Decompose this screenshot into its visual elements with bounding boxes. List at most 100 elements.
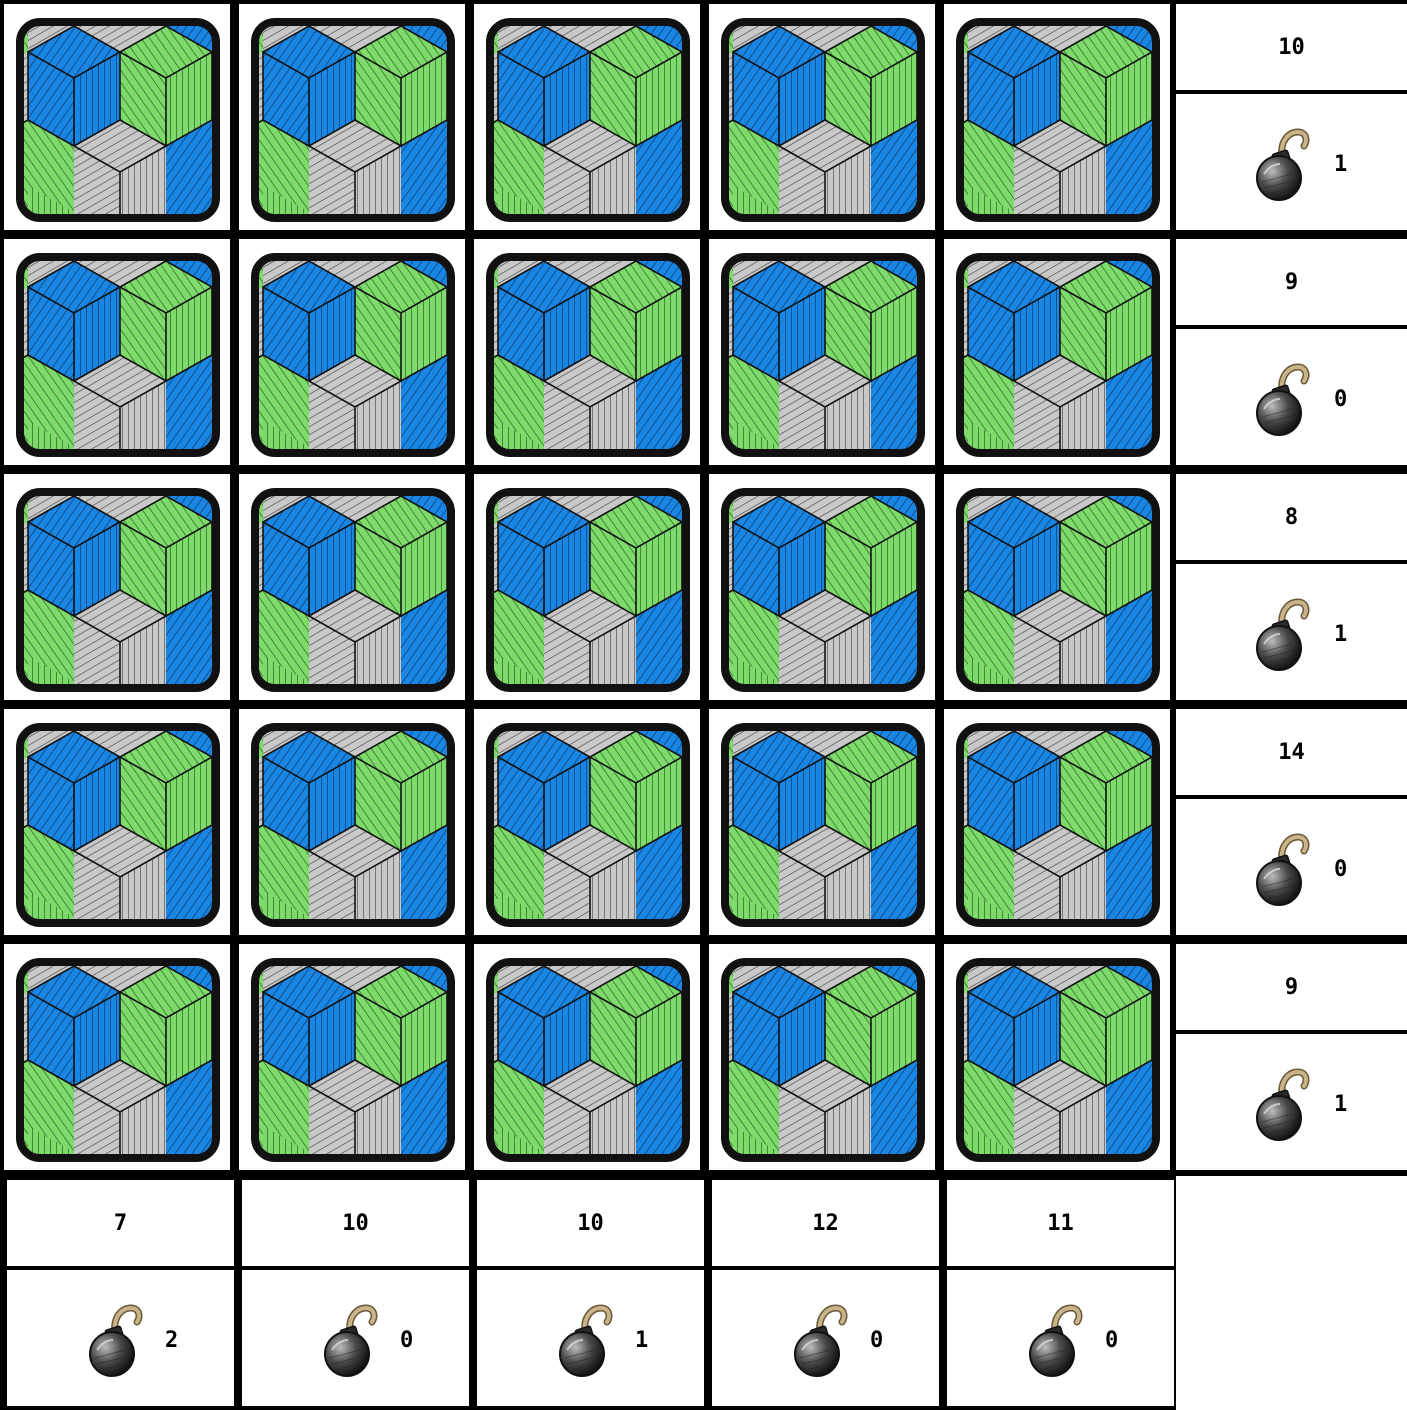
cube-pattern-icon [719,251,927,459]
col-hint-3-bombs: 0 [712,1270,939,1406]
bomb-icon-svg [1252,359,1314,439]
cube-pattern-icon [484,251,692,459]
bomb-icon-svg [555,1300,617,1380]
tile-r0-c2[interactable] [474,4,700,230]
row-hint-3: 14 0 [1176,709,1407,935]
row-hint-0-bomb-count: 1 [1334,152,1348,177]
tile-r1-c0[interactable] [4,239,230,465]
cube-pattern-icon [954,16,1162,224]
tile-r2-c1[interactable] [239,474,465,700]
tile-r1-c1[interactable] [239,239,465,465]
bomb-icon-svg [85,1300,147,1380]
row-hint-2: 81 [1176,474,1407,700]
bomb-icon [1252,124,1314,204]
tile-r3-c1[interactable] [239,709,465,935]
tile-r0-c0[interactable] [4,4,230,230]
bomb-icon [1252,1064,1314,1144]
cube-pattern-icon [719,956,927,1164]
col-hint-3: 12 0 [712,1180,939,1406]
tile-r1-c4[interactable] [944,239,1170,465]
tile-r3-c0[interactable] [4,709,230,935]
col-hint-0-sum: 7 [7,1180,234,1266]
cube-pattern-icon [14,251,222,459]
col-hint-1-sum: 10 [242,1180,469,1266]
col-hint-2: 10 1 [477,1180,704,1406]
corner-blank [1176,1176,1407,1410]
col-hint-1: 10 0 [242,1180,469,1406]
cube-pattern-icon [484,16,692,224]
tile-r0-c3[interactable] [709,4,935,230]
cube-pattern-icon [484,956,692,1164]
cube-pattern-icon [954,721,1162,929]
tile-r4-c2[interactable] [474,944,700,1170]
bomb-icon [790,1300,852,1380]
cube-pattern-icon [14,16,222,224]
bomb-icon-svg [320,1300,382,1380]
tile-r4-c1[interactable] [239,944,465,1170]
col-hint-0-bomb-count: 2 [165,1328,179,1353]
bomb-icon [1252,829,1314,909]
bomb-icon-svg [1252,1064,1314,1144]
tile-r4-c3[interactable] [709,944,935,1170]
cube-pattern-icon [954,486,1162,694]
cube-pattern-icon [14,956,222,1164]
row-hint-1-sum: 9 [1176,239,1407,325]
bomb-icon-svg [1252,829,1314,909]
bomb-icon [1025,1300,1087,1380]
cube-pattern-icon [249,251,457,459]
tile-r4-c0[interactable] [4,944,230,1170]
row-hint-4-sum: 9 [1176,944,1407,1030]
tile-r2-c2[interactable] [474,474,700,700]
row-hint-1-bombs: 0 [1176,329,1407,465]
cube-pattern-icon [719,721,927,929]
cube-pattern-icon [249,486,457,694]
tile-r3-c2[interactable] [474,709,700,935]
tile-r4-c4[interactable] [944,944,1170,1170]
tile-r3-c4[interactable] [944,709,1170,935]
tile-r2-c3[interactable] [709,474,935,700]
cube-pattern-icon [249,956,457,1164]
tile-r2-c4[interactable] [944,474,1170,700]
tile-r1-c3[interactable] [709,239,935,465]
cube-pattern-icon [719,16,927,224]
cube-pattern-icon [14,721,222,929]
bomb-icon [320,1300,382,1380]
col-hint-4-bomb-count: 0 [1105,1328,1119,1353]
tile-r3-c3[interactable] [709,709,935,935]
bomb-icon [555,1300,617,1380]
tile-r2-c0[interactable] [4,474,230,700]
col-hint-2-sum: 10 [477,1180,704,1266]
col-hint-4-sum: 11 [947,1180,1174,1266]
bomb-icon-svg [1252,594,1314,674]
col-hint-3-bomb-count: 0 [870,1328,884,1353]
col-hint-1-bomb-count: 0 [400,1328,414,1353]
tile-r1-c2[interactable] [474,239,700,465]
cube-pattern-icon [954,956,1162,1164]
bomb-icon [85,1300,147,1380]
row-hint-2-bomb-count: 1 [1334,622,1348,647]
col-hint-0-bombs: 2 [7,1270,234,1406]
bomb-icon [1252,594,1314,674]
cube-pattern-icon [14,486,222,694]
cube-pattern-icon [484,486,692,694]
row-hint-4-bombs: 1 [1176,1034,1407,1170]
col-hint-3-sum: 12 [712,1180,939,1266]
bomb-icon [1252,359,1314,439]
row-hint-1-bomb-count: 0 [1334,387,1348,412]
row-hint-2-sum: 8 [1176,474,1407,560]
row-hint-0: 10 1 [1176,4,1407,230]
bomb-icon-svg [790,1300,852,1380]
cube-pattern-icon [719,486,927,694]
row-hint-2-bombs: 1 [1176,564,1407,700]
cube-pattern-icon [484,721,692,929]
row-hint-0-sum: 10 [1176,4,1407,90]
row-hint-3-bombs: 0 [1176,799,1407,935]
cube-pattern-icon [249,721,457,929]
tile-r0-c1[interactable] [239,4,465,230]
bomb-icon-svg [1252,124,1314,204]
game-board: 10 1 9 0 8 1 14 0 9 1 7 2 10 0 10 1 12 0 11 0 [0,0,1407,1410]
col-hint-2-bomb-count: 1 [635,1328,649,1353]
tile-r0-c4[interactable] [944,4,1170,230]
col-hint-4: 11 0 [947,1180,1174,1406]
row-hint-3-bomb-count: 0 [1334,857,1348,882]
